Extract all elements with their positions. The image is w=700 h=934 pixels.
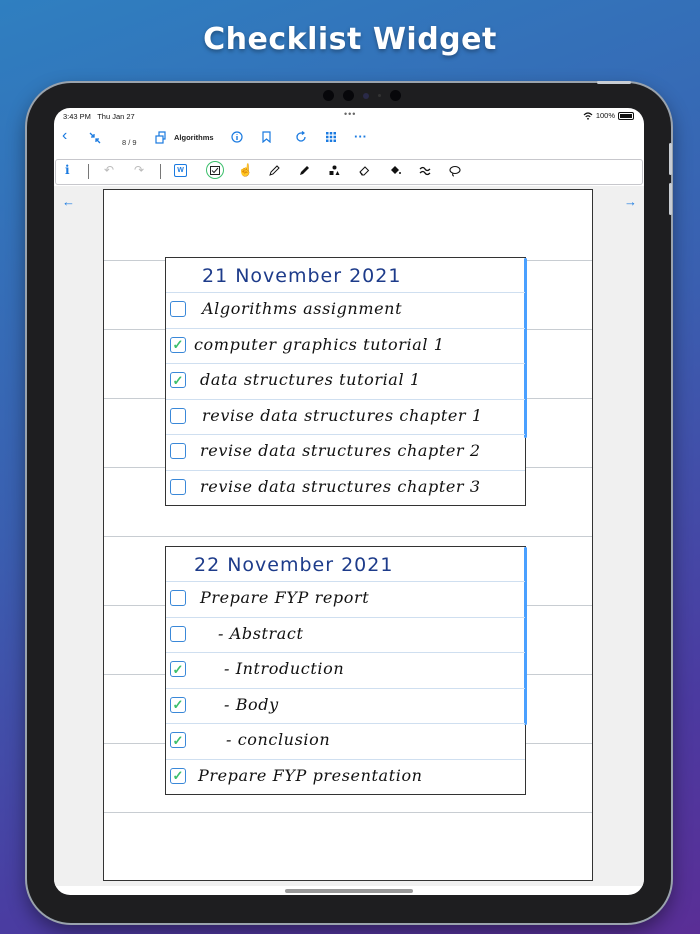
hand-touch-icon[interactable]: ☝: [238, 163, 253, 177]
nav-toolbar: ‹ 8 / 9 Algorithms ···: [54, 125, 644, 157]
notebook-page[interactable]: 21 November 2021 Algorithms assignment ✓…: [103, 189, 593, 881]
checklist-item: ✓ - Body: [166, 689, 525, 724]
top-button: [597, 81, 631, 84]
stroke-icon[interactable]: [419, 165, 431, 176]
checkbox[interactable]: ✓: [170, 696, 186, 713]
lasso-icon[interactable]: [449, 165, 461, 177]
prev-page-arrow-icon[interactable]: ←: [62, 194, 75, 209]
checklist-item-text: Algorithms assignment: [202, 299, 403, 318]
word-icon[interactable]: W: [174, 164, 187, 177]
share-doc-icon[interactable]: [155, 131, 166, 144]
refresh-icon[interactable]: [295, 131, 307, 143]
checklist-item: revise data structures chapter 1: [166, 400, 525, 435]
checklist-item: revise data structures chapter 2: [166, 435, 525, 471]
checklist-title: 22 November 2021: [166, 547, 525, 582]
doc-title[interactable]: Algorithms: [174, 133, 234, 142]
sensor-dot-icon: [378, 94, 381, 97]
bookmark-icon[interactable]: [262, 131, 271, 143]
back-chevron-icon[interactable]: ‹: [62, 127, 67, 145]
checklist-item: Prepare FYP report: [166, 582, 525, 618]
checkbox[interactable]: [170, 590, 186, 606]
checklist-item-text: revise data structures chapter 3: [200, 476, 481, 496]
checklist-item: Algorithms assignment: [166, 293, 525, 329]
checklist-item-text: Prepare FYP presentation: [198, 765, 423, 785]
battery-percent: 100%: [595, 111, 615, 120]
undo-icon[interactable]: ↶: [104, 163, 114, 177]
page-count: 8 / 9: [122, 138, 137, 147]
checkbox[interactable]: [170, 443, 186, 459]
sensor-icon: [363, 92, 369, 99]
checklist-item: ✓ - conclusion: [166, 724, 525, 760]
wifi-icon: [583, 111, 593, 120]
checklist-widget[interactable]: 22 November 2021 Prepare FYP report - Ab…: [165, 546, 527, 795]
checklist-widget[interactable]: 21 November 2021 Algorithms assignment ✓…: [165, 257, 527, 506]
checklist-item-text: - Body: [224, 694, 279, 714]
checklist-item-text: - Abstract: [218, 623, 304, 643]
app-screen: 3:43 PM Thu Jan 27 ••• 100% ‹ 8 / 9 Algo…: [54, 108, 644, 895]
volume-up-button: [669, 143, 672, 175]
checklist-item-text: revise data structures chapter 2: [200, 441, 481, 460]
info-circle-icon[interactable]: [231, 131, 243, 143]
checklist-item-text: - Introduction: [224, 659, 345, 678]
volume-down-button: [669, 183, 672, 215]
toolbar-divider: [160, 164, 161, 179]
checklist-title: 21 November 2021: [166, 258, 525, 293]
redo-icon[interactable]: ↷: [134, 163, 144, 177]
collapse-icon[interactable]: [89, 132, 101, 144]
checkbox[interactable]: ✓: [170, 372, 186, 388]
checklist-item: ✓ computer graphics tutorial 1: [166, 329, 525, 364]
checkbox[interactable]: [170, 301, 186, 317]
grid-icon[interactable]: [325, 131, 337, 143]
info-icon[interactable]: i: [65, 163, 70, 177]
page-rule: [104, 812, 592, 813]
checkbox[interactable]: ✓: [170, 767, 186, 784]
checklist-item-text: computer graphics tutorial 1: [194, 334, 445, 354]
checklist-item-text: Prepare FYP report: [200, 588, 370, 607]
eraser-icon[interactable]: [359, 165, 370, 176]
pen-icon[interactable]: [269, 165, 280, 176]
more-icon[interactable]: ···: [354, 129, 367, 144]
camera-icon: [323, 90, 334, 101]
fill-icon[interactable]: [389, 165, 401, 176]
checklist-item: ✓ Prepare FYP presentation: [166, 760, 525, 795]
marker-icon[interactable]: [299, 165, 310, 176]
checkbox[interactable]: [170, 625, 186, 642]
tool-toolbar: i ↶ ↷ W ☝: [55, 159, 643, 185]
camera-bar: [323, 90, 401, 101]
checklist-widget-icon[interactable]: [206, 161, 224, 179]
checkbox[interactable]: [170, 407, 186, 424]
page-rule: [104, 536, 592, 537]
checklist-item-text: revise data structures chapter 1: [202, 405, 483, 425]
battery-icon: [618, 111, 634, 120]
status-time: 3:43 PM Thu Jan 27: [63, 112, 135, 121]
checklist-item-text: data structures tutorial 1: [200, 370, 421, 389]
checklist-item: revise data structures chapter 3: [166, 471, 525, 506]
camera-icon: [343, 90, 354, 101]
checkbox[interactable]: [170, 478, 186, 495]
checklist-item: ✓ data structures tutorial 1: [166, 364, 525, 400]
checkbox[interactable]: ✓: [170, 661, 186, 677]
checkbox[interactable]: ✓: [170, 732, 186, 748]
promo-title: Checklist Widget: [203, 22, 497, 57]
checklist-item: ✓ - Introduction: [166, 653, 525, 689]
home-indicator[interactable]: [285, 889, 413, 893]
document-workspace: ← → 21 November 2021 Algorithms assignme…: [54, 186, 644, 886]
multitask-dots-icon[interactable]: •••: [344, 109, 356, 119]
status-bar: 3:43 PM Thu Jan 27 ••• 100%: [54, 108, 644, 124]
camera-icon: [390, 90, 401, 101]
checklist-item-text: - conclusion: [226, 730, 331, 749]
status-right: 100%: [583, 111, 634, 120]
checklist-item: - Abstract: [166, 618, 525, 653]
checkbox[interactable]: ✓: [170, 336, 186, 353]
tablet-frame: 3:43 PM Thu Jan 27 ••• 100% ‹ 8 / 9 Algo…: [27, 81, 672, 923]
next-page-arrow-icon[interactable]: →: [624, 194, 637, 209]
toolbar-divider: [88, 164, 89, 179]
shapes-icon[interactable]: [329, 165, 340, 176]
